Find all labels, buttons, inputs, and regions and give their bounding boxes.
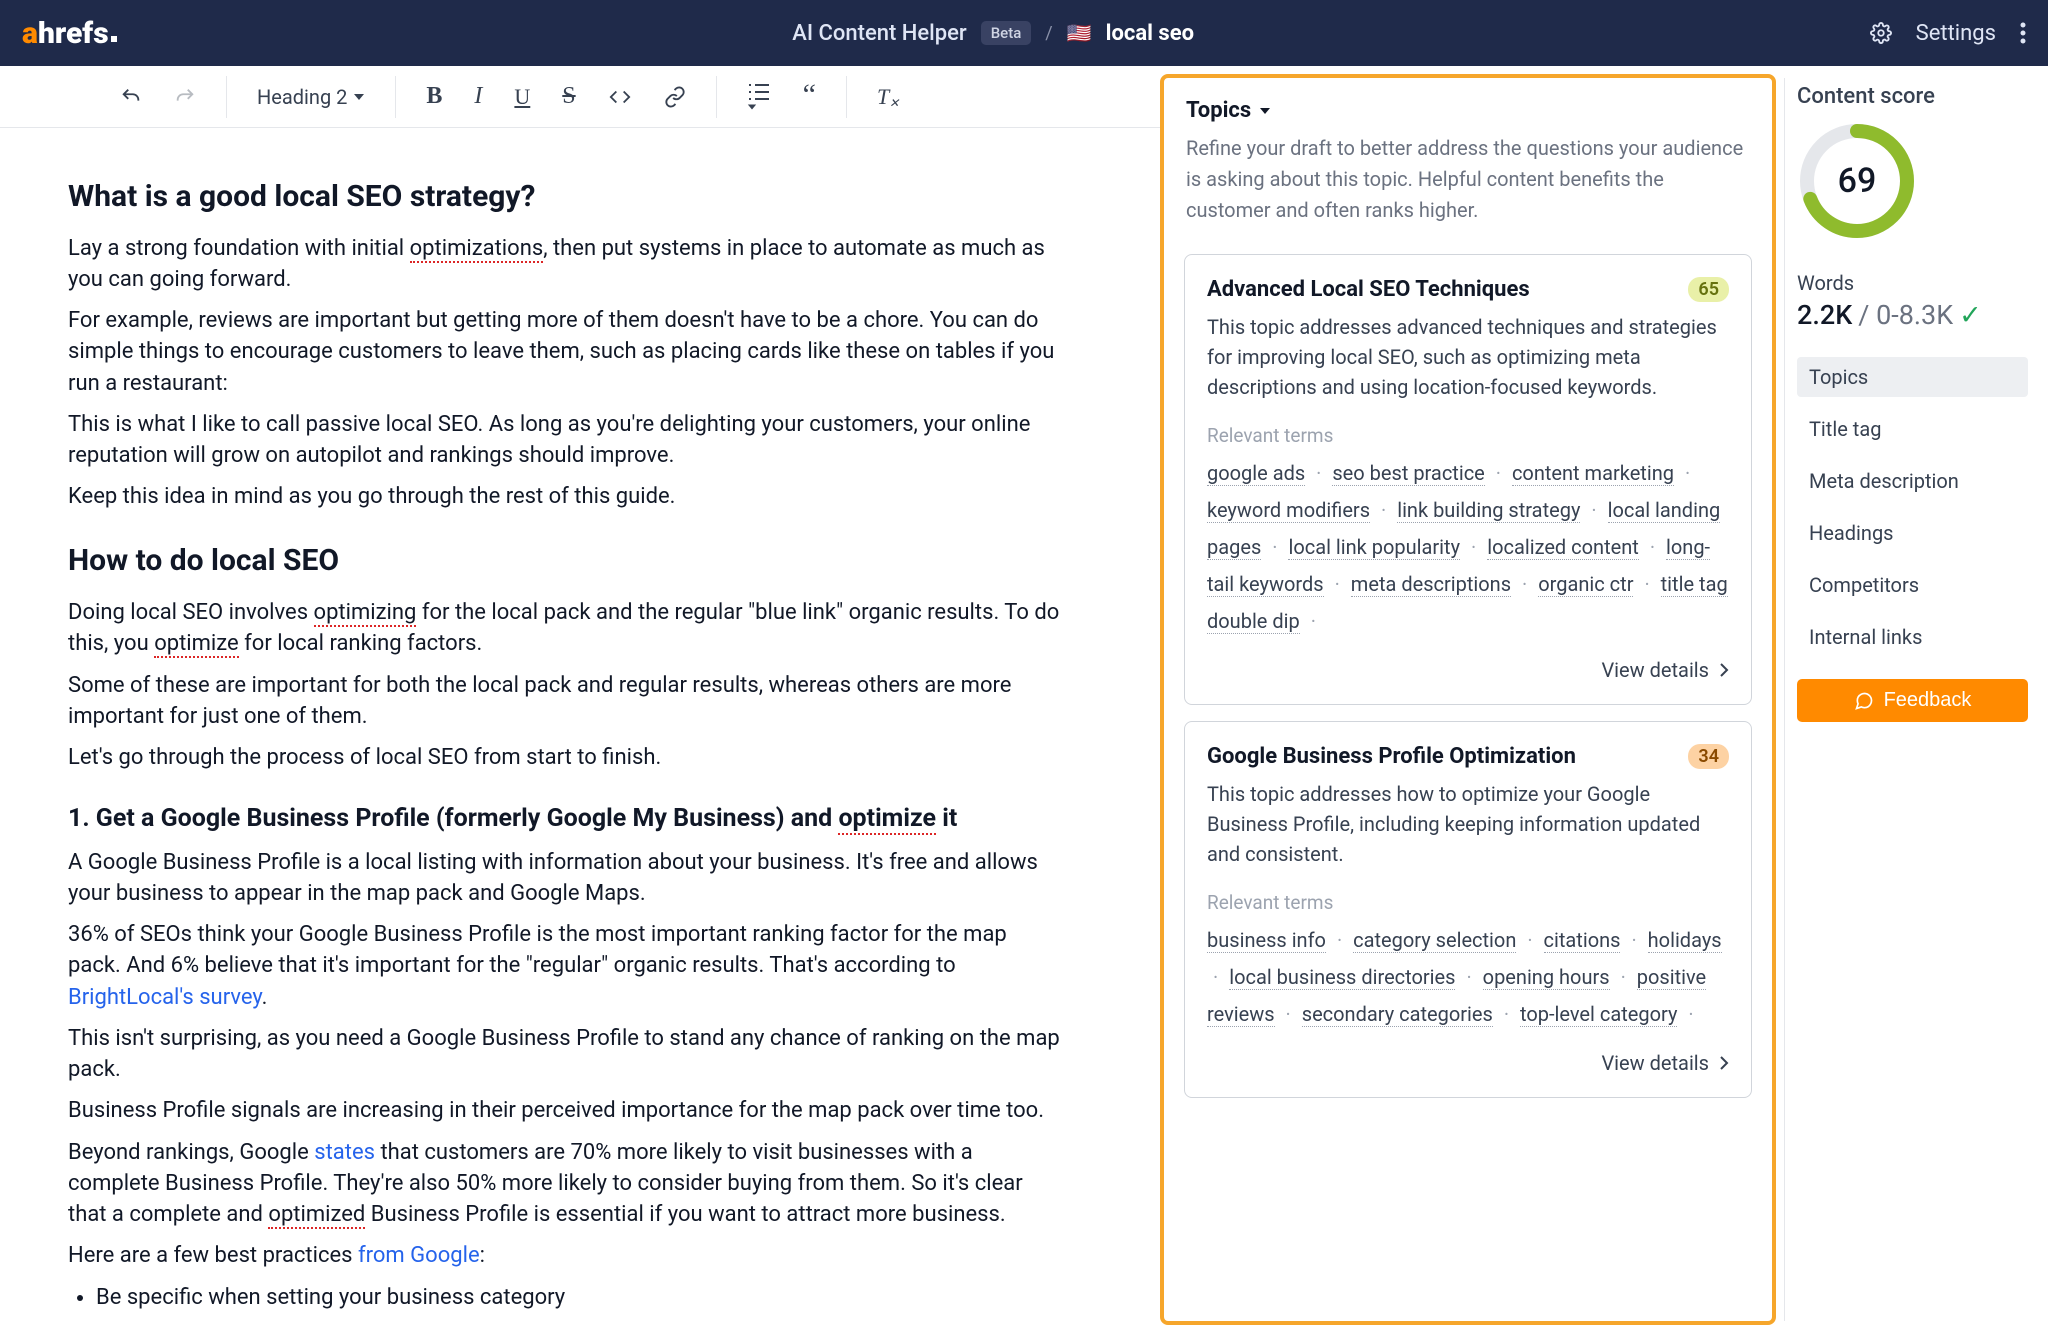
- settings-link[interactable]: Settings: [1916, 21, 1996, 46]
- flag-icon: 🇺🇸: [1067, 21, 1092, 45]
- topic-terms: google ads · seo best practice · content…: [1207, 455, 1729, 640]
- from-google-link[interactable]: from Google: [358, 1243, 480, 1268]
- topic-score-badge: 34: [1688, 744, 1729, 769]
- redo-icon[interactable]: [174, 86, 196, 108]
- editor-column: Heading 2 B I U S “ T✕ What is a good lo…: [0, 66, 1160, 1333]
- content-score-title: Content score: [1797, 84, 2028, 109]
- editor-toolbar: Heading 2 B I U S “ T✕: [0, 66, 1160, 128]
- more-vertical-icon[interactable]: [2020, 22, 2026, 44]
- topic-terms: business info · category selection · cit…: [1207, 922, 1729, 1033]
- topic-card[interactable]: Google Business Profile Optimization 34 Th…: [1184, 721, 1752, 1098]
- check-icon: ✓: [1959, 299, 1982, 331]
- code-icon[interactable]: [608, 86, 632, 108]
- words-value: 2.2K / 0-8.3K ✓: [1797, 299, 2028, 331]
- editor-paragraph: Business Profile signals are increasing …: [68, 1095, 1060, 1126]
- blockquote-icon[interactable]: “: [803, 86, 816, 108]
- score-tab-meta-description[interactable]: Meta description: [1797, 461, 2028, 501]
- score-panel: Content score 69 Words 2.2K / 0-8.3K ✓ T…: [1785, 66, 2040, 1333]
- topic-card-description: This topic addresses how to optimize you…: [1207, 779, 1729, 869]
- list-icon[interactable]: [747, 82, 771, 112]
- topic-card-title: Advanced Local SEO Techniques: [1207, 277, 1530, 302]
- gear-icon[interactable]: [1870, 22, 1892, 44]
- top-nav: ahrefs AI Content Helper Beta / 🇺🇸 local…: [0, 0, 2048, 66]
- heading-selector[interactable]: Heading 2: [257, 85, 365, 109]
- speech-bubble-icon: [1854, 691, 1874, 711]
- score-gauge: 69: [1797, 121, 1917, 241]
- italic-icon[interactable]: I: [474, 83, 482, 110]
- topics-dropdown[interactable]: Topics: [1186, 98, 1750, 123]
- undo-icon[interactable]: [120, 86, 142, 108]
- heading-gbp: 1. Get a Google Business Profile (former…: [68, 801, 1060, 837]
- list-item: Be specific when setting your business c…: [96, 1282, 1060, 1313]
- link-icon[interactable]: [664, 86, 686, 108]
- editor-body[interactable]: What is a good local SEO strategy? Lay a…: [0, 128, 1160, 1333]
- bold-icon[interactable]: B: [426, 83, 442, 110]
- topic-card-title: Google Business Profile Optimization: [1207, 744, 1576, 769]
- view-details-link[interactable]: View details: [1207, 658, 1729, 682]
- ahrefs-logo[interactable]: ahrefs: [22, 16, 117, 51]
- editor-paragraph: 36% of SEOs think your Google Business P…: [68, 919, 1060, 1013]
- score-tab-headings[interactable]: Headings: [1797, 513, 2028, 553]
- underline-icon[interactable]: U: [514, 84, 530, 110]
- score-value: 69: [1797, 121, 1917, 241]
- topic-card-description: This topic addresses advanced techniques…: [1207, 312, 1729, 402]
- view-details-link[interactable]: View details: [1207, 1051, 1729, 1075]
- beta-badge: Beta: [981, 21, 1032, 45]
- editor-paragraph: Doing local SEO involves optimizing for …: [68, 597, 1060, 659]
- topic-card[interactable]: Advanced Local SEO Techniques 65 This topi…: [1184, 254, 1752, 705]
- editor-paragraph: For example, reviews are important but g…: [68, 305, 1060, 399]
- keyword-label[interactable]: local seo: [1106, 21, 1194, 46]
- editor-paragraph: This isn't surprising, as you need a Goo…: [68, 1023, 1060, 1085]
- chevron-down-icon: [1259, 105, 1271, 117]
- score-tab-competitors[interactable]: Competitors: [1797, 565, 2028, 605]
- google-states-link[interactable]: states: [314, 1140, 375, 1165]
- words-label: Words: [1797, 271, 2028, 295]
- breadcrumb-separator: /: [1045, 23, 1052, 44]
- brightlocal-link[interactable]: BrightLocal's survey: [68, 985, 262, 1010]
- score-tab-topics[interactable]: Topics: [1797, 357, 2028, 397]
- editor-paragraph: Keep this idea in mind as you go through…: [68, 481, 1060, 512]
- chevron-right-icon: [1719, 1055, 1729, 1071]
- topic-score-badge: 65: [1688, 277, 1729, 302]
- heading-strategy: What is a good local SEO strategy?: [68, 176, 1060, 219]
- relevant-terms-label: Relevant terms: [1207, 891, 1729, 914]
- heading-howto: How to do local SEO: [68, 540, 1060, 583]
- editor-paragraph: This is what I like to call passive loca…: [68, 409, 1060, 471]
- strikethrough-icon[interactable]: S: [562, 83, 575, 110]
- editor-paragraph: Let's go through the process of local SE…: [68, 742, 1060, 773]
- editor-paragraph: Here are a few best practices from Googl…: [68, 1240, 1060, 1271]
- feedback-button[interactable]: Feedback: [1797, 679, 2028, 722]
- editor-paragraph: A Google Business Profile is a local lis…: [68, 847, 1060, 909]
- score-tab-internal-links[interactable]: Internal links: [1797, 617, 2028, 657]
- chevron-right-icon: [1719, 662, 1729, 678]
- app-name: AI Content Helper: [792, 21, 966, 46]
- editor-paragraph: Some of these are important for both the…: [68, 670, 1060, 732]
- clear-formatting-icon[interactable]: T✕: [877, 84, 889, 110]
- nav-center: AI Content Helper Beta / 🇺🇸 local seo: [117, 21, 1870, 46]
- topics-panel: Topics Refine your draft to better addre…: [1160, 74, 1776, 1325]
- editor-paragraph: Lay a strong foundation with initial opt…: [68, 233, 1060, 295]
- editor-paragraph: Beyond rankings, Google states that cust…: [68, 1137, 1060, 1231]
- score-tab-title-tag[interactable]: Title tag: [1797, 409, 2028, 449]
- relevant-terms-label: Relevant terms: [1207, 424, 1729, 447]
- topics-description: Refine your draft to better address the …: [1186, 133, 1750, 226]
